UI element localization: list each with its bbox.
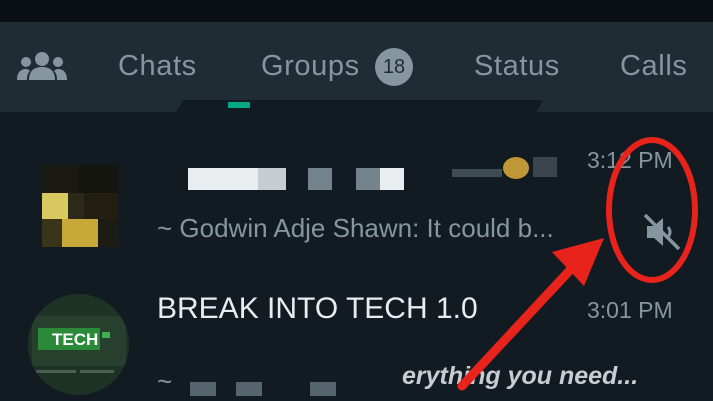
chat-time: 3:01 PM [587,297,673,323]
status-bar [0,0,713,22]
tab-status[interactable]: Status [474,44,560,88]
groups-unread-badge: 18 [375,48,413,86]
muted-speaker-icon [643,213,681,251]
redacted-text-block [310,382,336,396]
tab-bar: Chats Groups 18 Status Calls [0,22,713,112]
chat-time: 3:12 PM [587,147,673,173]
chat-avatar [28,165,129,266]
accent-sliver [228,102,250,108]
tab-groups[interactable]: Groups [261,44,360,88]
tab-chats[interactable]: Chats [118,44,197,88]
redacted-text-block [190,382,216,396]
avatar-logo-text: TECH [52,330,98,349]
whatsapp-screen: Chats Groups 18 Status Calls 3:12 PM ~ G… [0,0,713,401]
community-icon[interactable] [16,50,68,82]
chat-preview-prefix: ~ [157,366,173,396]
tab-calls[interactable]: Calls [620,44,687,88]
chat-row-group-1[interactable]: 3:12 PM ~ Godwin Adje Shawn: It could b.… [0,135,713,270]
chat-preview-suffix: erything you need... [402,362,639,390]
chat-avatar: TECH [28,294,129,395]
chat-preview: ~ Godwin Adje Shawn: It could b... [157,213,554,243]
redacted-text-block [236,382,262,396]
chat-name: BREAK INTO TECH 1.0 [157,292,478,325]
